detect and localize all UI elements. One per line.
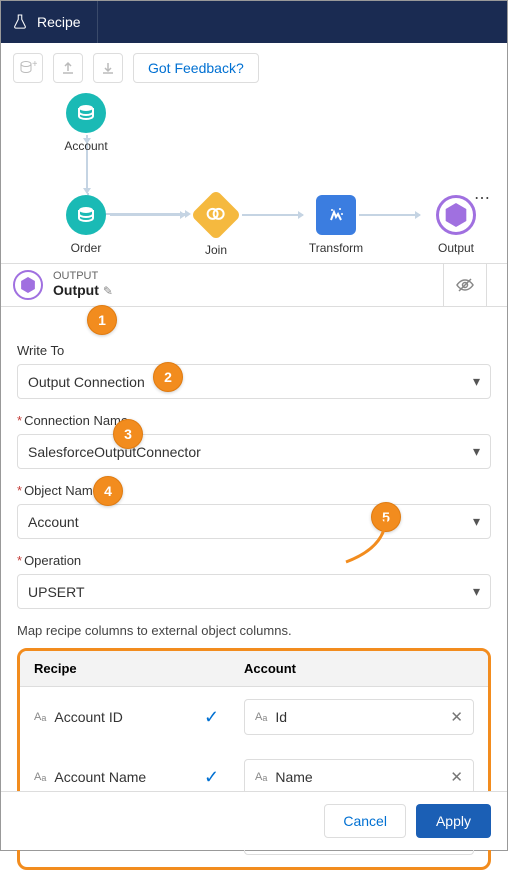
output-icon	[13, 270, 43, 300]
step-3-badge: 3	[113, 419, 143, 449]
apply-button[interactable]: Apply	[416, 804, 491, 838]
more-icon[interactable]: ⋯	[474, 188, 492, 208]
text-type-icon	[255, 771, 267, 783]
cancel-button[interactable]: Cancel	[324, 804, 406, 838]
toolbar: + Got Feedback?	[1, 43, 507, 93]
add-data-button[interactable]: +	[13, 53, 43, 83]
caret-down-icon: ▾	[473, 513, 480, 530]
flask-icon	[13, 14, 27, 30]
step-1-badge: 1	[87, 305, 117, 335]
node-label: Transform	[296, 241, 376, 255]
node-label: Account	[46, 139, 126, 153]
object-label: Object Name	[24, 483, 100, 498]
caret-down-icon: ▾	[473, 583, 480, 600]
node-order[interactable]: Order	[46, 195, 126, 255]
object-select[interactable]: Account▾	[17, 504, 491, 539]
feedback-button[interactable]: Got Feedback?	[133, 53, 259, 83]
clear-icon[interactable]: ✕	[450, 768, 463, 786]
node-label: Output	[416, 241, 496, 255]
output-panel-header: OUTPUT Output ✎	[1, 263, 507, 307]
mapping-target-input[interactable]: Name✕	[244, 759, 474, 795]
step-2-badge: 2	[153, 362, 183, 392]
mapping-header-account: Account	[244, 661, 474, 676]
map-instruction: Map recipe columns to external object co…	[17, 623, 491, 638]
recipe-tab[interactable]: Recipe	[1, 1, 98, 43]
node-account[interactable]: Account	[46, 93, 126, 153]
mapping-header: Recipe Account	[20, 651, 488, 687]
check-icon: ✓	[204, 707, 244, 728]
footer: Cancel Apply	[1, 791, 507, 850]
annotation-connector	[341, 517, 401, 567]
mapping-row: Account ID ✓ Id✕	[20, 687, 488, 747]
node-join[interactable]: Join	[176, 197, 256, 257]
caret-down-icon: ▾	[473, 443, 480, 460]
node-transform[interactable]: Transform	[296, 195, 376, 255]
download-button[interactable]	[93, 53, 123, 83]
svg-text:+: +	[32, 61, 37, 70]
output-title: Output	[53, 282, 99, 298]
tab-label: Recipe	[37, 14, 81, 30]
caret-down-icon: ▾	[473, 373, 480, 390]
output-eyebrow: OUTPUT	[53, 271, 113, 282]
operation-select[interactable]: UPSERT▾	[17, 574, 491, 609]
step-4-badge: 4	[93, 476, 123, 506]
edit-icon[interactable]: ✎	[103, 284, 113, 298]
recipe-canvas: Account Order Join Transform Output ⋯	[1, 93, 507, 263]
write-to-label: Write To	[17, 343, 64, 358]
check-icon: ✓	[204, 767, 244, 788]
node-label: Order	[46, 241, 126, 255]
operation-label: Operation	[24, 553, 81, 568]
text-type-icon	[34, 771, 46, 783]
text-type-icon	[255, 711, 267, 723]
write-to-select[interactable]: Output Connection▾	[17, 364, 491, 399]
connection-select[interactable]: SalesforceOutputConnector▾	[17, 434, 491, 469]
mapping-header-recipe: Recipe	[34, 661, 244, 676]
connection-label: Connection Name	[24, 413, 128, 428]
app-header: Recipe	[1, 1, 507, 43]
text-type-icon	[34, 711, 46, 723]
clear-icon[interactable]: ✕	[450, 708, 463, 726]
visibility-toggle[interactable]	[443, 264, 487, 306]
node-label: Join	[176, 243, 256, 257]
upload-button[interactable]	[53, 53, 83, 83]
mapping-target-input[interactable]: Id✕	[244, 699, 474, 735]
